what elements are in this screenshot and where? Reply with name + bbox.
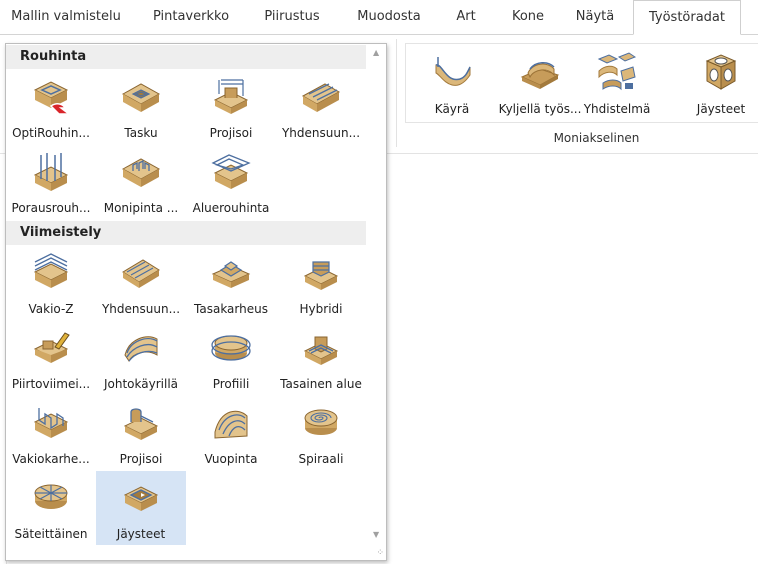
combination-toolpath-icon (597, 52, 637, 91)
gallery-item-tasakarheus[interactable]: Tasakarheus (186, 246, 276, 320)
gallery-item-optirouhinta[interactable]: OptiRouhin... (6, 70, 96, 144)
flow-surface-icon (214, 410, 248, 439)
hybrid-icon (303, 261, 339, 290)
curve-toolpath-icon (435, 57, 471, 86)
gallery-item-label: OptiRouhin... (12, 126, 90, 140)
drawing-finish-icon (33, 332, 70, 363)
resize-grip-icon[interactable]: ⁘ (376, 548, 383, 558)
drill-roughing-icon (33, 153, 69, 191)
burr-icon (123, 486, 159, 511)
toolpath-gallery-dropdown: Rouhinta OptiRouhin... Tasku Projisoi Yh… (5, 43, 387, 561)
opti-roughing-icon (33, 81, 72, 115)
gallery-item-monipinta[interactable]: Monipinta ... (96, 145, 186, 219)
gallery-item-tasku[interactable]: Tasku (96, 70, 186, 144)
gallery-item-tasainen-alue[interactable]: Tasainen alue (276, 321, 366, 395)
constant-z-icon (33, 253, 69, 288)
parallel-finish-icon (122, 259, 160, 288)
tab-nayta[interactable]: Näytä (566, 0, 624, 34)
gallery-item-label: Vakiokarhe... (12, 452, 90, 466)
gallery-item-label: Piirtoviimei... (11, 377, 91, 391)
gallery-item-label: Vuopinta (204, 452, 258, 466)
gallery-item-vuopinta[interactable]: Vuopinta (186, 396, 276, 470)
gallery-item-label: Yhdensuun... (101, 302, 181, 316)
guide-curves-icon (124, 336, 158, 362)
gallery-item-label: Tasakarheus (194, 302, 268, 316)
group-label-moniakselinen: Moniakselinen (553, 131, 640, 145)
gallery-item-jaysteet[interactable]: Jäysteet (96, 471, 186, 545)
constant-roughness-icon (33, 408, 69, 438)
gallery-item-vakiokarheus[interactable]: Vakiokarhe... (6, 396, 96, 470)
gallery-item-piirtoviimeistely[interactable]: Piirtoviimei... (6, 321, 96, 395)
multi-surface-icon (121, 158, 161, 187)
tab-tyostoradat[interactable]: Työstöradat (633, 0, 741, 35)
tab-mallin-valmistelu[interactable]: Mallin valmistelu (0, 0, 132, 34)
tab-muodosta[interactable]: Muodosta (346, 0, 432, 34)
burr-cube-icon (705, 54, 737, 90)
scroll-up-arrow-icon[interactable]: ▲ (373, 48, 379, 57)
jaysteet-ribbon-button[interactable]: Jäysteet (676, 49, 758, 116)
gallery-item-yhdensuuntainen-rouhinta[interactable]: Yhdensuun... (276, 70, 366, 144)
gallery-item-yhdensuuntainen-viimeistely[interactable]: Yhdensuun... (96, 246, 186, 320)
gallery-scrollbar[interactable]: ▲ ▼ (368, 44, 386, 560)
yhdistelma-button[interactable]: Yhdistelmä (572, 49, 662, 116)
gallery-item-label: Jäysteet (116, 527, 166, 541)
project-finish-icon (123, 408, 159, 440)
tab-pintaverkko[interactable]: Pintaverkko (141, 0, 241, 34)
yhdistelma-label: Yhdistelmä (583, 102, 651, 116)
gallery-item-label: Profiili (212, 377, 250, 391)
gallery-item-label: Spiraali (298, 452, 344, 466)
gallery-item-label: Hybridi (299, 302, 343, 316)
gallery-item-profiili[interactable]: Profiili (186, 321, 276, 395)
gallery-item-label: Vakio-Z (28, 302, 74, 316)
gallery-item-label: Tasainen alue (280, 377, 362, 391)
swarf-toolpath-icon (520, 62, 560, 89)
scroll-down-arrow-icon[interactable]: ▼ (373, 530, 379, 539)
gallery-item-johtokayrilla[interactable]: Johtokäyrillä (96, 321, 186, 395)
gallery-item-spiraali[interactable]: Spiraali (276, 396, 366, 470)
parallel-roughing-icon (301, 83, 341, 112)
gallery-item-projisoi-rouhinta[interactable]: Projisoi (186, 70, 276, 144)
constant-scallop-icon (211, 261, 251, 288)
gallery-item-label: Monipinta ... (103, 201, 179, 215)
tab-piirustus[interactable]: Piirustus (252, 0, 332, 34)
profile-icon (211, 335, 251, 361)
section-header-rouhinta: Rouhinta (6, 45, 366, 69)
spiral-icon (304, 409, 338, 435)
jaysteet-ribbon-label: Jäysteet (696, 102, 746, 116)
gallery-item-sateittainen[interactable]: Säteittäinen (6, 471, 96, 545)
gallery-item-label: Yhdensuun... (281, 126, 361, 140)
gallery-item-aluerouhinta[interactable]: Aluerouhinta (186, 145, 276, 219)
gallery-item-projisoi-viimeistely[interactable]: Projisoi (96, 396, 186, 470)
area-roughing-icon (211, 154, 251, 189)
gallery-item-label: Projisoi (209, 126, 253, 140)
tab-art[interactable]: Art (446, 0, 486, 34)
kayra-label: Käyrä (434, 102, 470, 116)
ribbon-tab-bar: Mallin valmistelu Pintaverkko Piirustus … (0, 0, 758, 35)
gallery-item-label: Porausrouh... (11, 201, 91, 215)
gallery-item-vakio-z[interactable]: Vakio-Z (6, 246, 96, 320)
section-header-viimeistely: Viimeistely (6, 221, 366, 245)
gallery-item-porausrouhinta[interactable]: Porausrouh... (6, 145, 96, 219)
gallery-item-label: Johtokäyrillä (103, 377, 178, 391)
radial-icon (34, 484, 68, 509)
ribbon-group-separator (396, 39, 397, 147)
flat-area-icon (303, 336, 339, 365)
tab-kone[interactable]: Kone (500, 0, 556, 34)
pocket-icon (121, 83, 161, 112)
kayra-button[interactable]: Käyrä (407, 49, 497, 116)
gallery-item-label: Säteittäinen (14, 527, 88, 541)
gallery-item-label: Aluerouhinta (192, 201, 270, 215)
gallery-item-label: Projisoi (119, 452, 163, 466)
project-roughing-icon (213, 79, 249, 114)
gallery-item-label: Tasku (124, 126, 158, 140)
gallery-item-hybridi[interactable]: Hybridi (276, 246, 366, 320)
